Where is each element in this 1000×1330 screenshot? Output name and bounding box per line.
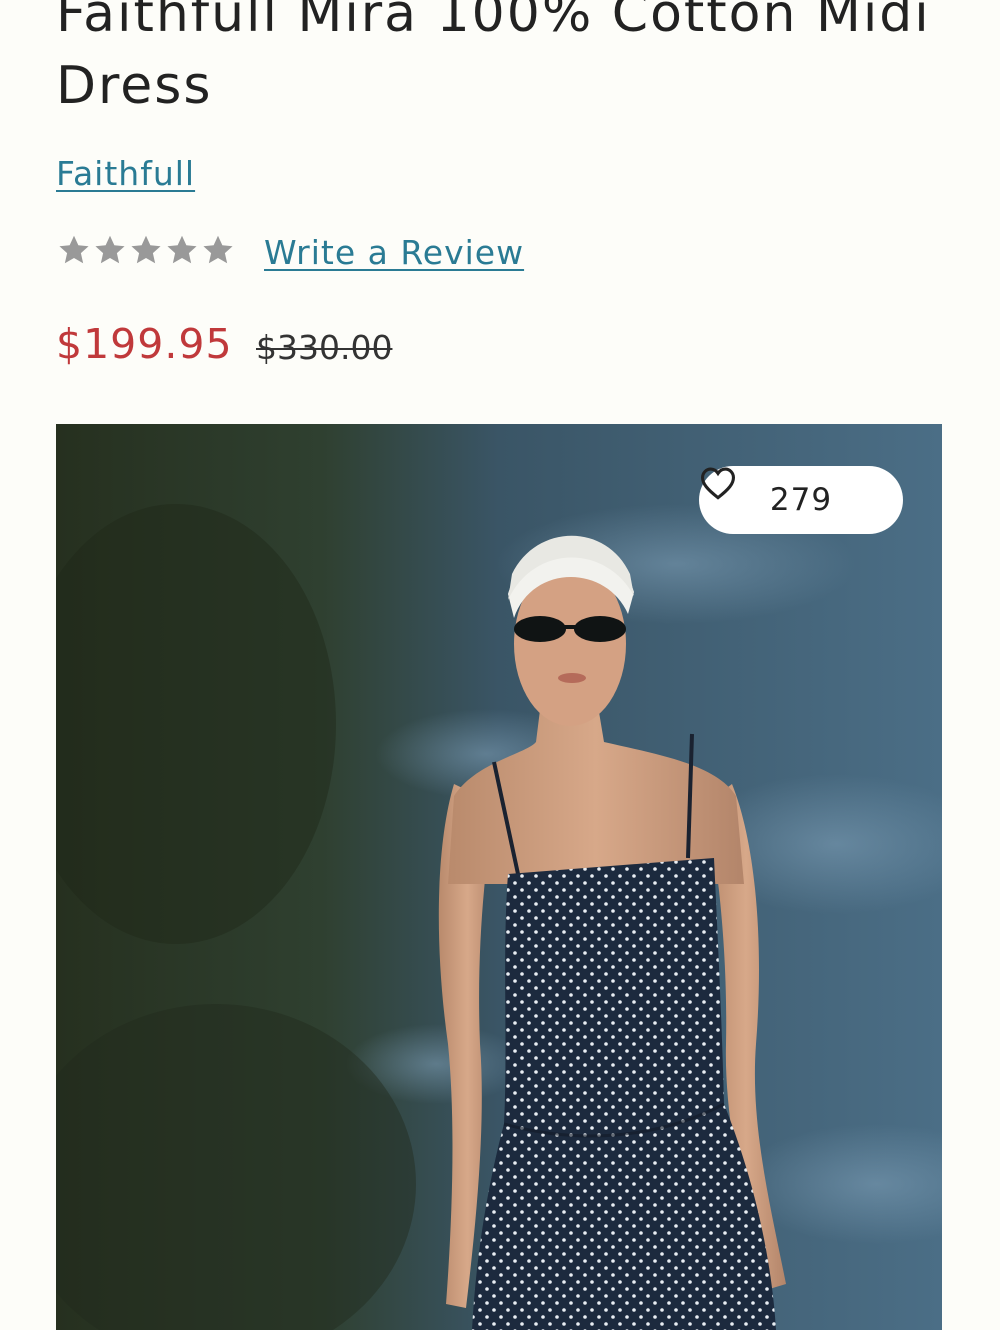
product-page: Faithfull Mira 100% Cotton Midi Dress Fa… (0, 0, 1000, 1330)
brand-link[interactable]: Faithfull (56, 154, 195, 193)
star-icon (167, 235, 197, 264)
product-title: Faithfull Mira 100% Cotton Midi Dress (56, 0, 931, 116)
like-count: 279 (769, 482, 833, 518)
star-icon (131, 235, 161, 264)
star-icon (95, 235, 125, 264)
rating-stars[interactable] (56, 232, 236, 268)
star-icon (59, 235, 89, 264)
original-price: $330.00 (256, 328, 393, 367)
write-review-link[interactable]: Write a Review (264, 233, 524, 272)
like-button[interactable]: 279 (699, 466, 903, 534)
sale-price: $199.95 (56, 320, 233, 368)
star-icon (203, 235, 233, 264)
product-image[interactable]: 279 (56, 424, 942, 1330)
product-photo (56, 424, 942, 1330)
heart-icon (700, 467, 736, 500)
